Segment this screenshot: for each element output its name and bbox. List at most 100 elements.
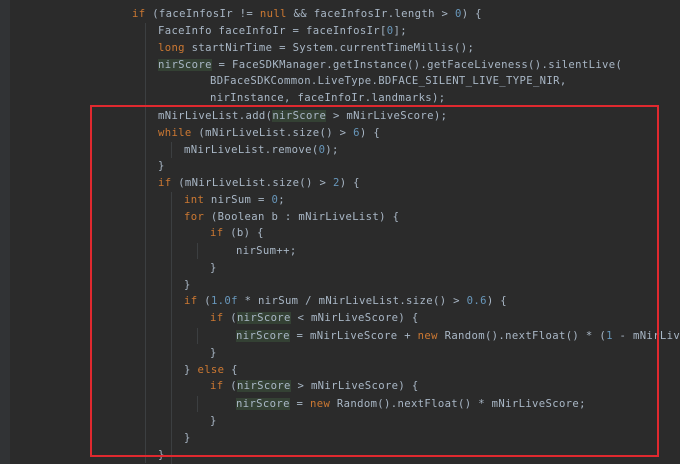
code-text: } xyxy=(210,262,217,274)
code-keyword: new xyxy=(417,330,438,342)
code-number: 6 xyxy=(353,127,360,139)
code-line[interactable]: mNirLiveList.add(nirScore > mNirLiveScor… xyxy=(158,108,447,125)
code-text: = mNirLiveScore + xyxy=(289,330,418,342)
code-text: { xyxy=(224,364,238,376)
code-text: ( xyxy=(223,380,237,392)
code-text: mNirLiveList.remove( xyxy=(184,144,319,156)
code-line[interactable]: if (mNirLiveList.size() > 2) { xyxy=(158,175,360,192)
code-text: } xyxy=(184,432,191,444)
code-text: ) { xyxy=(339,177,360,189)
code-keyword: new xyxy=(310,398,331,410)
code-text: FaceInfo faceInfoIr = faceInfosIr[ xyxy=(158,25,387,37)
code-keyword: for xyxy=(184,211,205,223)
code-text: } xyxy=(158,160,165,172)
code-line[interactable]: BDFaceSDKCommon.LiveType.BDFACE_SILENT_L… xyxy=(210,73,567,90)
code-number: 0 xyxy=(386,25,394,37)
code-line[interactable]: nirScore = mNirLiveScore + new Random().… xyxy=(236,328,680,345)
code-line[interactable]: for (Boolean b : mNirLiveList) { xyxy=(184,209,399,226)
code-line[interactable]: } else { xyxy=(184,362,238,379)
code-line[interactable]: while (mNirLiveList.size() > 6) { xyxy=(158,125,380,142)
code-highlighted-identifier: nirScore xyxy=(272,110,327,122)
code-text: } xyxy=(184,279,191,291)
code-text: && faceInfosIr.length > xyxy=(286,8,455,20)
code-line[interactable]: mNirLiveList.remove(0); xyxy=(184,142,339,159)
code-text: nirInstance, faceInfoIr.landmarks); xyxy=(210,92,446,104)
code-line[interactable]: if (nirScore < mNirLiveScore) { xyxy=(210,310,419,327)
code-line[interactable]: if (nirScore > mNirLiveScore) { xyxy=(210,378,419,395)
code-line[interactable]: } xyxy=(184,277,191,294)
code-keyword: null xyxy=(259,8,287,20)
code-line[interactable]: } xyxy=(210,345,217,362)
code-text: Random().nextFloat() * mNirLiveScore; xyxy=(330,398,586,410)
code-number: 1 xyxy=(606,330,613,342)
code-keyword: if xyxy=(132,8,146,20)
code-keyword: if xyxy=(158,177,172,189)
code-text: } xyxy=(158,449,165,461)
code-text: mNirLiveList.add( xyxy=(158,110,273,122)
code-text: ( xyxy=(197,295,211,307)
code-number: 0 xyxy=(454,8,462,20)
code-keyword: if xyxy=(184,295,198,307)
code-text: < mNirLiveScore) { xyxy=(290,312,419,324)
indent-guide xyxy=(197,243,198,259)
code-text: ) { xyxy=(461,8,482,20)
code-line[interactable]: FaceInfo faceInfoIr = faceInfosIr[0]; xyxy=(158,23,407,40)
code-keyword: if xyxy=(210,380,224,392)
code-line[interactable]: int nirSum = 0; xyxy=(184,192,285,209)
code-text: startNirTime = System.currentTimeMillis(… xyxy=(184,42,475,54)
code-text: * nirSum / mNirLiveList.size() > xyxy=(237,295,467,307)
code-text: (mNirLiveList.size() > xyxy=(191,127,354,139)
code-line[interactable]: } xyxy=(158,447,165,464)
code-keyword: while xyxy=(158,127,192,139)
code-keyword: if xyxy=(210,227,224,239)
code-text: ]; xyxy=(393,25,407,37)
code-text: = xyxy=(289,398,311,410)
code-highlighted-identifier: nirScore xyxy=(236,398,290,410)
code-text: BDFaceSDKCommon.LiveType.BDFACE_SILENT_L… xyxy=(210,75,567,87)
code-text: Random().nextFloat() * ( xyxy=(437,330,607,342)
code-text: (mNirLiveList.size() > xyxy=(171,177,333,189)
code-line[interactable]: } xyxy=(210,260,217,277)
code-line[interactable]: } xyxy=(210,413,217,430)
code-highlighted-identifier: nirScore xyxy=(236,312,291,324)
editor-gutter xyxy=(0,0,10,464)
code-keyword: else xyxy=(197,364,225,376)
code-line[interactable]: } xyxy=(184,430,191,447)
code-text: ) { xyxy=(359,127,381,139)
code-text: (Boolean b : mNirLiveList) { xyxy=(204,211,400,223)
code-text: nirSum = xyxy=(204,194,272,206)
code-text: ( xyxy=(223,312,237,324)
code-number: 1.0f xyxy=(210,295,238,307)
code-keyword: if xyxy=(210,312,224,324)
code-line[interactable]: nirInstance, faceInfoIr.landmarks); xyxy=(210,90,445,107)
code-line[interactable]: if (faceInfosIr != null && faceInfosIr.l… xyxy=(132,6,482,23)
code-text: > mNirLiveScore) { xyxy=(290,380,419,392)
indent-guide xyxy=(171,142,172,158)
code-text: = FaceSDKManager.getInstance().getFaceLi… xyxy=(211,59,623,71)
code-line[interactable]: long startNirTime = System.currentTimeMi… xyxy=(158,40,474,57)
code-line[interactable]: nirScore = FaceSDKManager.getInstance().… xyxy=(158,57,622,74)
code-number: 0.6 xyxy=(466,295,487,307)
code-text: nirSum++; xyxy=(236,245,297,257)
code-text: } xyxy=(184,364,198,376)
code-line[interactable]: nirSum++; xyxy=(236,243,297,260)
indent-guide xyxy=(197,396,198,412)
code-editor[interactable]: if (faceInfosIr != null && faceInfosIr.l… xyxy=(0,0,680,464)
indent-guide xyxy=(145,23,146,463)
code-text: } xyxy=(210,415,217,427)
indent-guide xyxy=(171,192,172,464)
code-text: ); xyxy=(325,144,339,156)
code-number: 2 xyxy=(332,177,340,189)
code-line[interactable]: if (b) { xyxy=(210,225,264,242)
code-text: - mNirLiveS xyxy=(619,330,680,342)
code-line[interactable]: if (1.0f * nirSum / mNirLiveList.size() … xyxy=(184,293,507,310)
code-text: } xyxy=(210,347,217,359)
code-keyword: int xyxy=(184,194,205,206)
code-highlighted-identifier: nirScore xyxy=(158,59,212,71)
indent-guide xyxy=(197,328,198,344)
code-text: (b) { xyxy=(223,227,264,239)
code-line[interactable]: } xyxy=(158,158,165,175)
code-line[interactable]: nirScore = new Random().nextFloat() * mN… xyxy=(236,396,586,413)
code-text: ; xyxy=(278,194,285,206)
code-highlighted-identifier: nirScore xyxy=(236,330,290,342)
